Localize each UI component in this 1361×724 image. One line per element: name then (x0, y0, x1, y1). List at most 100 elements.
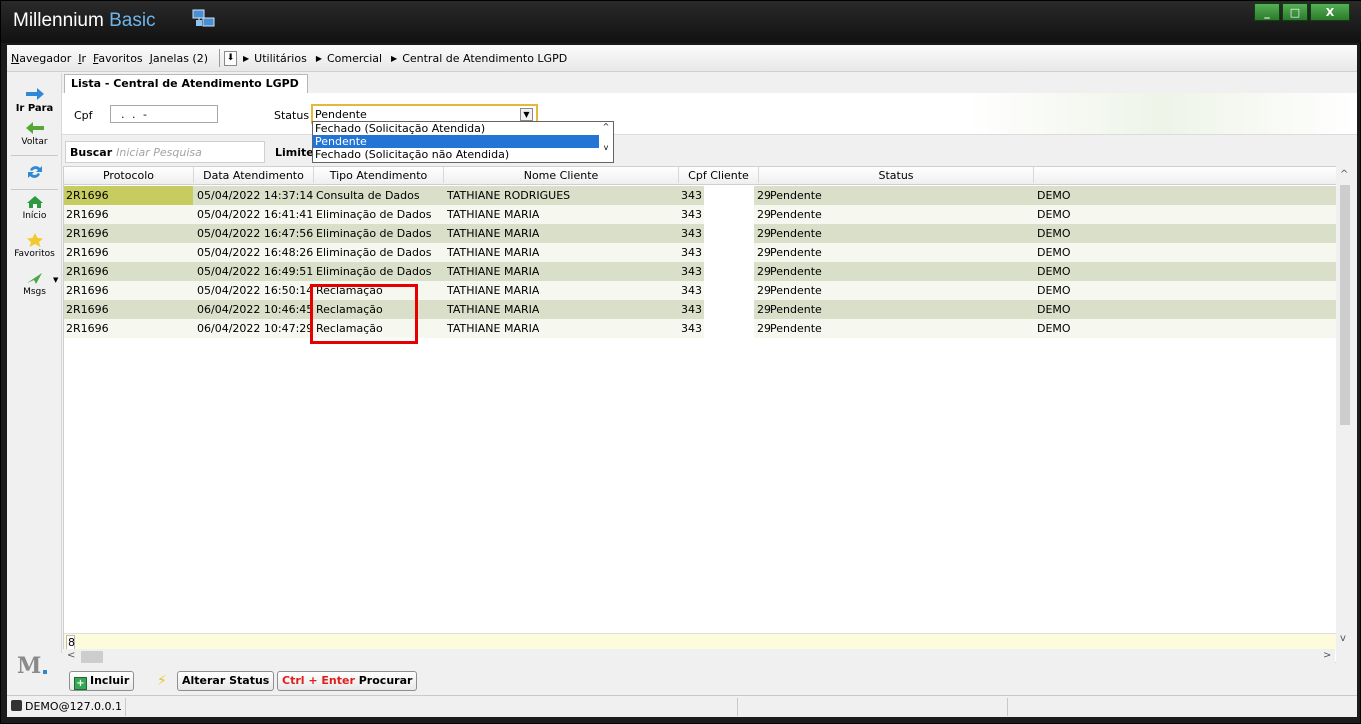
breadcrumb-arrow-icon: ▶ (243, 53, 250, 63)
grid-header: Protocolo Data Atendimento Tipo Atendime… (64, 167, 1339, 185)
cpf-input[interactable]: . . - (110, 105, 218, 123)
user-label: DEMO@127.0.0.1 (25, 700, 123, 713)
status-option-fechado-atendida[interactable]: Fechado (Solicitação Atendida) (313, 122, 613, 135)
table-row[interactable]: 2R1696 05/04/2022 16:50:14 Reclamação TATHI… (64, 281, 1339, 300)
cell-tipo: Consulta de Dados (316, 189, 420, 202)
table-row[interactable]: 2R1696 06/04/2022 10:46:45 Reclamação TATHI… (64, 300, 1339, 319)
cell-tipo: Eliminação de Dados (316, 227, 432, 240)
minimize-button[interactable]: _ (1254, 3, 1280, 21)
menu-janelas[interactable]: Janelas (2) (150, 52, 208, 65)
breadcrumb-comercial[interactable]: Comercial (327, 52, 382, 65)
alterar-status-label: Alterar Status (182, 674, 270, 687)
sidebar: Ir Para Voltar Início Favoritos Msgs ▼ (7, 73, 62, 653)
scroll-down-icon[interactable]: v (1340, 633, 1346, 644)
table-row[interactable]: 2R1696 05/04/2022 16:41:41 Eliminação de D… (64, 205, 1339, 224)
cell-cpf-prefix: 343 (681, 303, 702, 316)
horizontal-scrollbar[interactable] (63, 649, 1335, 665)
breadcrumb-arrow-icon: ▶ (315, 53, 322, 63)
cell-status: Pendente (770, 322, 822, 335)
column-header-cpf[interactable]: Cpf Cliente (679, 167, 759, 183)
cell-data: 06/04/2022 10:46:45 (197, 303, 314, 316)
breadcrumb-utilitarios[interactable]: Utilitários (254, 52, 307, 65)
horizontal-scroll-thumb[interactable] (81, 651, 103, 663)
cell-cpf-suffix: 29 (757, 227, 771, 240)
chevron-up-icon[interactable]: ^ (599, 122, 613, 131)
status-dropdown-list[interactable]: Fechado (Solicitação Atendida) Pendente … (312, 121, 614, 163)
sidebar-item-favoritos[interactable]: Favoritos (7, 233, 62, 259)
app-title: Millennium Basic (13, 10, 156, 32)
sidebar-item-refresh[interactable] (7, 163, 62, 183)
maximize-button[interactable]: □ (1282, 3, 1308, 21)
tab-lista-central[interactable]: Lista - Central de Atendimento LGPD (64, 74, 308, 94)
client-area: Navegador Ir Favoritos Janelas (2) ⬇ ▶ U… (7, 45, 1357, 717)
procurar-label: Procurar (358, 674, 413, 687)
column-header-data[interactable]: Data Atendimento (194, 167, 314, 183)
message-icon (26, 273, 42, 284)
table-row[interactable]: 2R1696 05/04/2022 16:47:56 Eliminação de D… (64, 224, 1339, 243)
incluir-button[interactable]: + Incluir (69, 671, 135, 691)
title-bar[interactable]: Millennium Basic _ □ X (1, 1, 1361, 43)
search-placeholder: Iniciar Pesquisa (116, 146, 202, 159)
cell-tipo: Eliminação de Dados (316, 208, 432, 221)
cell-data: 05/04/2022 16:47:56 (197, 227, 314, 240)
column-header-protocolo[interactable]: Protocolo (64, 167, 194, 183)
status-option-fechado-nao-atendida[interactable]: Fechado (Solicitação não Atendida) (313, 148, 613, 161)
network-computers-icon (192, 9, 215, 27)
cell-nome: TATHIANE MARIA (447, 227, 540, 240)
cell-cpf-suffix: 29 (757, 303, 771, 316)
cell-protocolo: 2R1696 (66, 284, 109, 297)
arrow-right-icon (25, 88, 44, 100)
down-arrow-button[interactable]: ⬇ (224, 50, 238, 66)
column-header-extra[interactable] (1034, 167, 1339, 183)
cell-user: DEMO (1037, 208, 1071, 221)
sidebar-item-voltar[interactable]: Voltar (7, 121, 62, 147)
cell-tipo: Eliminação de Dados (316, 246, 432, 259)
cell-user: DEMO (1037, 284, 1071, 297)
cell-cpf-suffix: 29 (757, 322, 771, 335)
table-row[interactable]: 2R1696 05/04/2022 14:37:14 Consulta de Dad… (64, 186, 1339, 205)
table-row[interactable]: 2R1696 06/04/2022 10:47:29 Reclamação TATHI… (64, 319, 1339, 338)
sidebar-item-ir-para[interactable]: Ir Para (7, 87, 62, 114)
breadcrumb-central-lgpd[interactable]: Central de Atendimento LGPD (402, 52, 567, 65)
chevron-down-icon[interactable]: ▼ (520, 108, 533, 121)
sidebar-item-msgs[interactable]: Msgs (7, 271, 62, 297)
cell-nome: TATHIANE MARIA (447, 265, 540, 278)
table-row[interactable]: 2R1696 05/04/2022 16:48:26 Eliminação de D… (64, 243, 1339, 262)
sidebar-collapse-icon[interactable]: ▼ (53, 276, 58, 284)
cell-cpf-prefix: 343 (681, 284, 702, 297)
user-status: DEMO@127.0.0.1 (11, 700, 122, 713)
cell-nome: TATHIANE RODRIGUES (447, 189, 571, 202)
window-controls: _ □ X (1254, 3, 1350, 23)
scroll-right-icon[interactable]: > (1323, 650, 1331, 661)
cell-tipo: Eliminação de Dados (316, 265, 432, 278)
procurar-button[interactable]: Ctrl + Enter Procurar (277, 671, 418, 691)
cell-status: Pendente (770, 246, 822, 259)
chevron-down-icon[interactable]: v (599, 143, 613, 152)
alterar-status-button[interactable]: Alterar Status (177, 671, 275, 691)
status-option-pendente[interactable]: Pendente (313, 135, 613, 148)
menu-navegador[interactable]: Navegador (11, 52, 71, 65)
scroll-up-icon[interactable]: ^ (1340, 169, 1348, 180)
sidebar-item-inicio[interactable]: Início (7, 195, 62, 221)
millennium-logo: M (17, 653, 42, 679)
cell-protocolo: 2R1696 (66, 303, 109, 316)
cell-data: 06/04/2022 10:47:29 (197, 322, 314, 335)
cell-nome: TATHIANE MARIA (447, 208, 540, 221)
breadcrumb-arrow-icon: ▶ (391, 53, 398, 63)
vertical-scroll-thumb[interactable] (1340, 185, 1350, 425)
column-header-tipo[interactable]: Tipo Atendimento (314, 167, 444, 183)
shortcut-label: Ctrl + Enter (282, 674, 355, 687)
column-header-nome[interactable]: Nome Cliente (444, 167, 679, 183)
menu-ir[interactable]: Ir (78, 52, 86, 65)
close-button[interactable]: X (1310, 3, 1350, 21)
arrow-left-icon (25, 122, 44, 134)
table-row[interactable]: 2R1696 05/04/2022 16:49:51 Eliminação de D… (64, 262, 1339, 281)
dropdown-scrollbar[interactable]: ^ v (599, 122, 613, 162)
menu-separator (219, 49, 221, 67)
cell-cpf-suffix: 29 (757, 189, 771, 202)
search-input[interactable]: Buscar Iniciar Pesquisa (65, 141, 265, 163)
menu-favoritos[interactable]: Favoritos (93, 52, 143, 65)
scroll-left-icon[interactable]: < (67, 650, 75, 661)
cell-nome: TATHIANE MARIA (447, 303, 540, 316)
column-header-status[interactable]: Status (759, 167, 1034, 183)
